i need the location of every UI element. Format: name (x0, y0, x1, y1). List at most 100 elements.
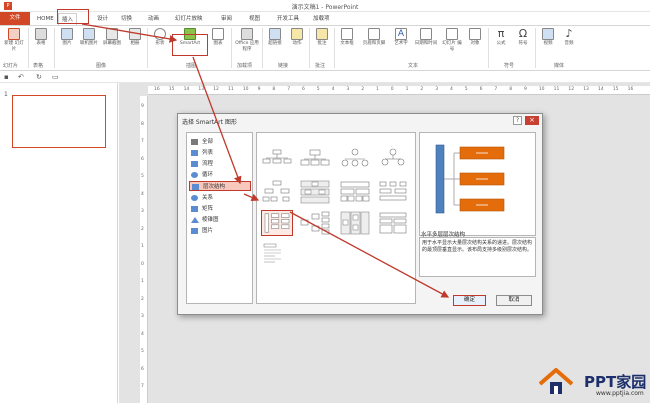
category-list-item[interactable]: 列表 (189, 148, 251, 158)
screenshot-button[interactable]: 屏幕截图 (101, 28, 123, 47)
cancel-button[interactable]: 取消 (496, 295, 532, 306)
tab-transitions[interactable]: 切换 (118, 13, 135, 25)
group-media: 媒体 (554, 63, 565, 69)
album-button[interactable]: 相册 (124, 28, 146, 47)
office-apps-button[interactable]: Office 应用程序 (233, 28, 261, 53)
layout-name-title-org[interactable] (299, 147, 331, 173)
object-button[interactable]: 对象 (464, 28, 486, 47)
layout-horizontal-multilevel[interactable] (261, 210, 293, 236)
layout-labeled-hierarchy[interactable] (299, 179, 331, 205)
action-button[interactable]: 动作 (286, 28, 308, 47)
close-button[interactable]: × (525, 116, 539, 125)
screenshot-icon (106, 28, 118, 40)
video-button[interactable]: 视频 (537, 28, 559, 47)
tab-developer[interactable]: 开发工具 (274, 13, 302, 25)
category-label: 列表 (202, 150, 214, 156)
category-process[interactable]: 流程 (189, 159, 251, 169)
slide-number-icon (446, 28, 458, 40)
horizontal-ruler: 16 15 14 13 12 11 10 9 8 7 6 5 4 3 2 1 0 1 2 3 4 5 6 7 8 9 10 11 12 1… (148, 86, 650, 95)
group-slides: 幻灯片 (3, 63, 19, 69)
group-links: 链接 (278, 63, 289, 69)
ruler-tick: 6 (302, 87, 305, 92)
ruler-tick: 6 (141, 366, 144, 372)
tab-animations[interactable]: 动画 (145, 13, 162, 25)
online-picture-button[interactable]: 联机图片 (78, 28, 100, 47)
tab-view[interactable]: 视图 (246, 13, 263, 25)
category-label: 全部 (202, 139, 214, 145)
ruler-tick: 15 (612, 87, 619, 92)
symbol-label: 符号 (518, 41, 528, 46)
layout-org-chart[interactable] (261, 147, 293, 173)
object-label: 对象 (470, 41, 480, 46)
header-footer-button[interactable]: 页眉和页脚 (359, 28, 389, 47)
ruler-tick: 12 (568, 87, 575, 92)
chart-icon (212, 28, 224, 40)
hyperlink-button[interactable]: 超链接 (264, 28, 286, 47)
textbox-icon (341, 28, 353, 40)
audio-button[interactable]: ♪ 音频 (558, 28, 580, 47)
layout-architecture[interactable] (377, 179, 409, 205)
ruler-tick: 7 (141, 139, 144, 144)
chart-label: 图表 (213, 41, 223, 46)
layout-hierarchy[interactable] (261, 179, 293, 205)
ruler-tick: 3 (141, 314, 144, 319)
tab-review[interactable]: 审阅 (218, 13, 235, 25)
tab-slideshow[interactable]: 幻灯片放映 (172, 13, 206, 25)
equation-button[interactable]: π 公式 (490, 28, 512, 47)
ok-button[interactable]: 确定 (453, 295, 486, 306)
layout-hierarchy-list[interactable] (261, 241, 293, 267)
chart-button[interactable]: 图表 (207, 28, 229, 47)
help-button[interactable]: ? (513, 116, 522, 125)
tab-home[interactable]: HOME (34, 13, 57, 25)
comment-button[interactable]: 批注 (311, 28, 333, 47)
wordart-button[interactable]: A 艺术字 (390, 28, 412, 47)
ruler-tick: 9 (524, 87, 527, 92)
category-picture[interactable]: 图片 (189, 226, 251, 236)
shapes-button[interactable]: 形状 (149, 28, 171, 47)
list-icon (191, 150, 198, 156)
undo-icon[interactable]: ↶ (18, 73, 24, 81)
layout-horizontal-hierarchy[interactable] (299, 210, 331, 236)
ruler-tick: 9 (257, 87, 261, 92)
category-hierarchy[interactable]: 层次结构 (189, 181, 251, 191)
new-slide-button[interactable]: 新建 幻灯片 (3, 28, 25, 53)
category-label: 图片 (202, 228, 214, 234)
tab-addins[interactable]: 加载项 (310, 13, 333, 25)
category-pyramid[interactable]: 棱锥图 (189, 215, 251, 225)
group-text: 文本 (408, 63, 419, 69)
layout-horizontal-org[interactable] (377, 210, 409, 236)
category-all[interactable]: 全部 (189, 137, 251, 147)
tab-design[interactable]: 设计 (94, 13, 111, 25)
title-bar: P 演示文稿1 - PowerPoint (0, 0, 650, 12)
screenshot-label: 屏幕截图 (103, 41, 121, 46)
save-icon[interactable]: ▪ (4, 73, 9, 81)
header-footer-icon (368, 28, 380, 40)
layout-half-circle-org[interactable] (339, 147, 371, 173)
ruler-tick: 1 (376, 87, 379, 92)
table-button[interactable]: 表格 (30, 28, 52, 47)
audio-label: 音频 (564, 41, 574, 46)
textbox-button[interactable]: 文本框 (336, 28, 358, 47)
picture-button[interactable]: 图片 (56, 28, 78, 47)
ruler-tick: 2 (420, 87, 424, 92)
new-slide-label: 新建 幻灯片 (4, 41, 24, 52)
symbol-button[interactable]: Ω 符号 (512, 28, 534, 47)
layout-table-hierarchy[interactable] (339, 179, 371, 205)
slide-thumbnail[interactable] (12, 95, 106, 148)
category-cycle[interactable]: 循环 (189, 170, 251, 180)
redo-icon[interactable]: ↻ (36, 73, 42, 81)
hyperlink-icon (269, 28, 281, 40)
omega-icon: Ω (518, 27, 528, 40)
slide-number-button[interactable]: 幻灯片 编号 (441, 28, 463, 53)
datetime-button[interactable]: 日期和时间 (412, 28, 440, 47)
tab-file[interactable]: 文件 (0, 12, 30, 25)
layout-circle-picture-hierarchy[interactable] (377, 147, 409, 173)
category-label: 关系 (202, 195, 214, 201)
layout-horizontal-labeled[interactable] (339, 210, 371, 236)
ruler-tick: 3 (346, 87, 350, 92)
category-matrix[interactable]: 矩阵 (189, 204, 251, 214)
ruler-tick: 5 (316, 87, 320, 92)
category-label: 层次结构 (203, 184, 226, 190)
category-relationship[interactable]: 关系 (189, 193, 251, 203)
start-slideshow-icon[interactable]: ▭ (52, 73, 59, 81)
